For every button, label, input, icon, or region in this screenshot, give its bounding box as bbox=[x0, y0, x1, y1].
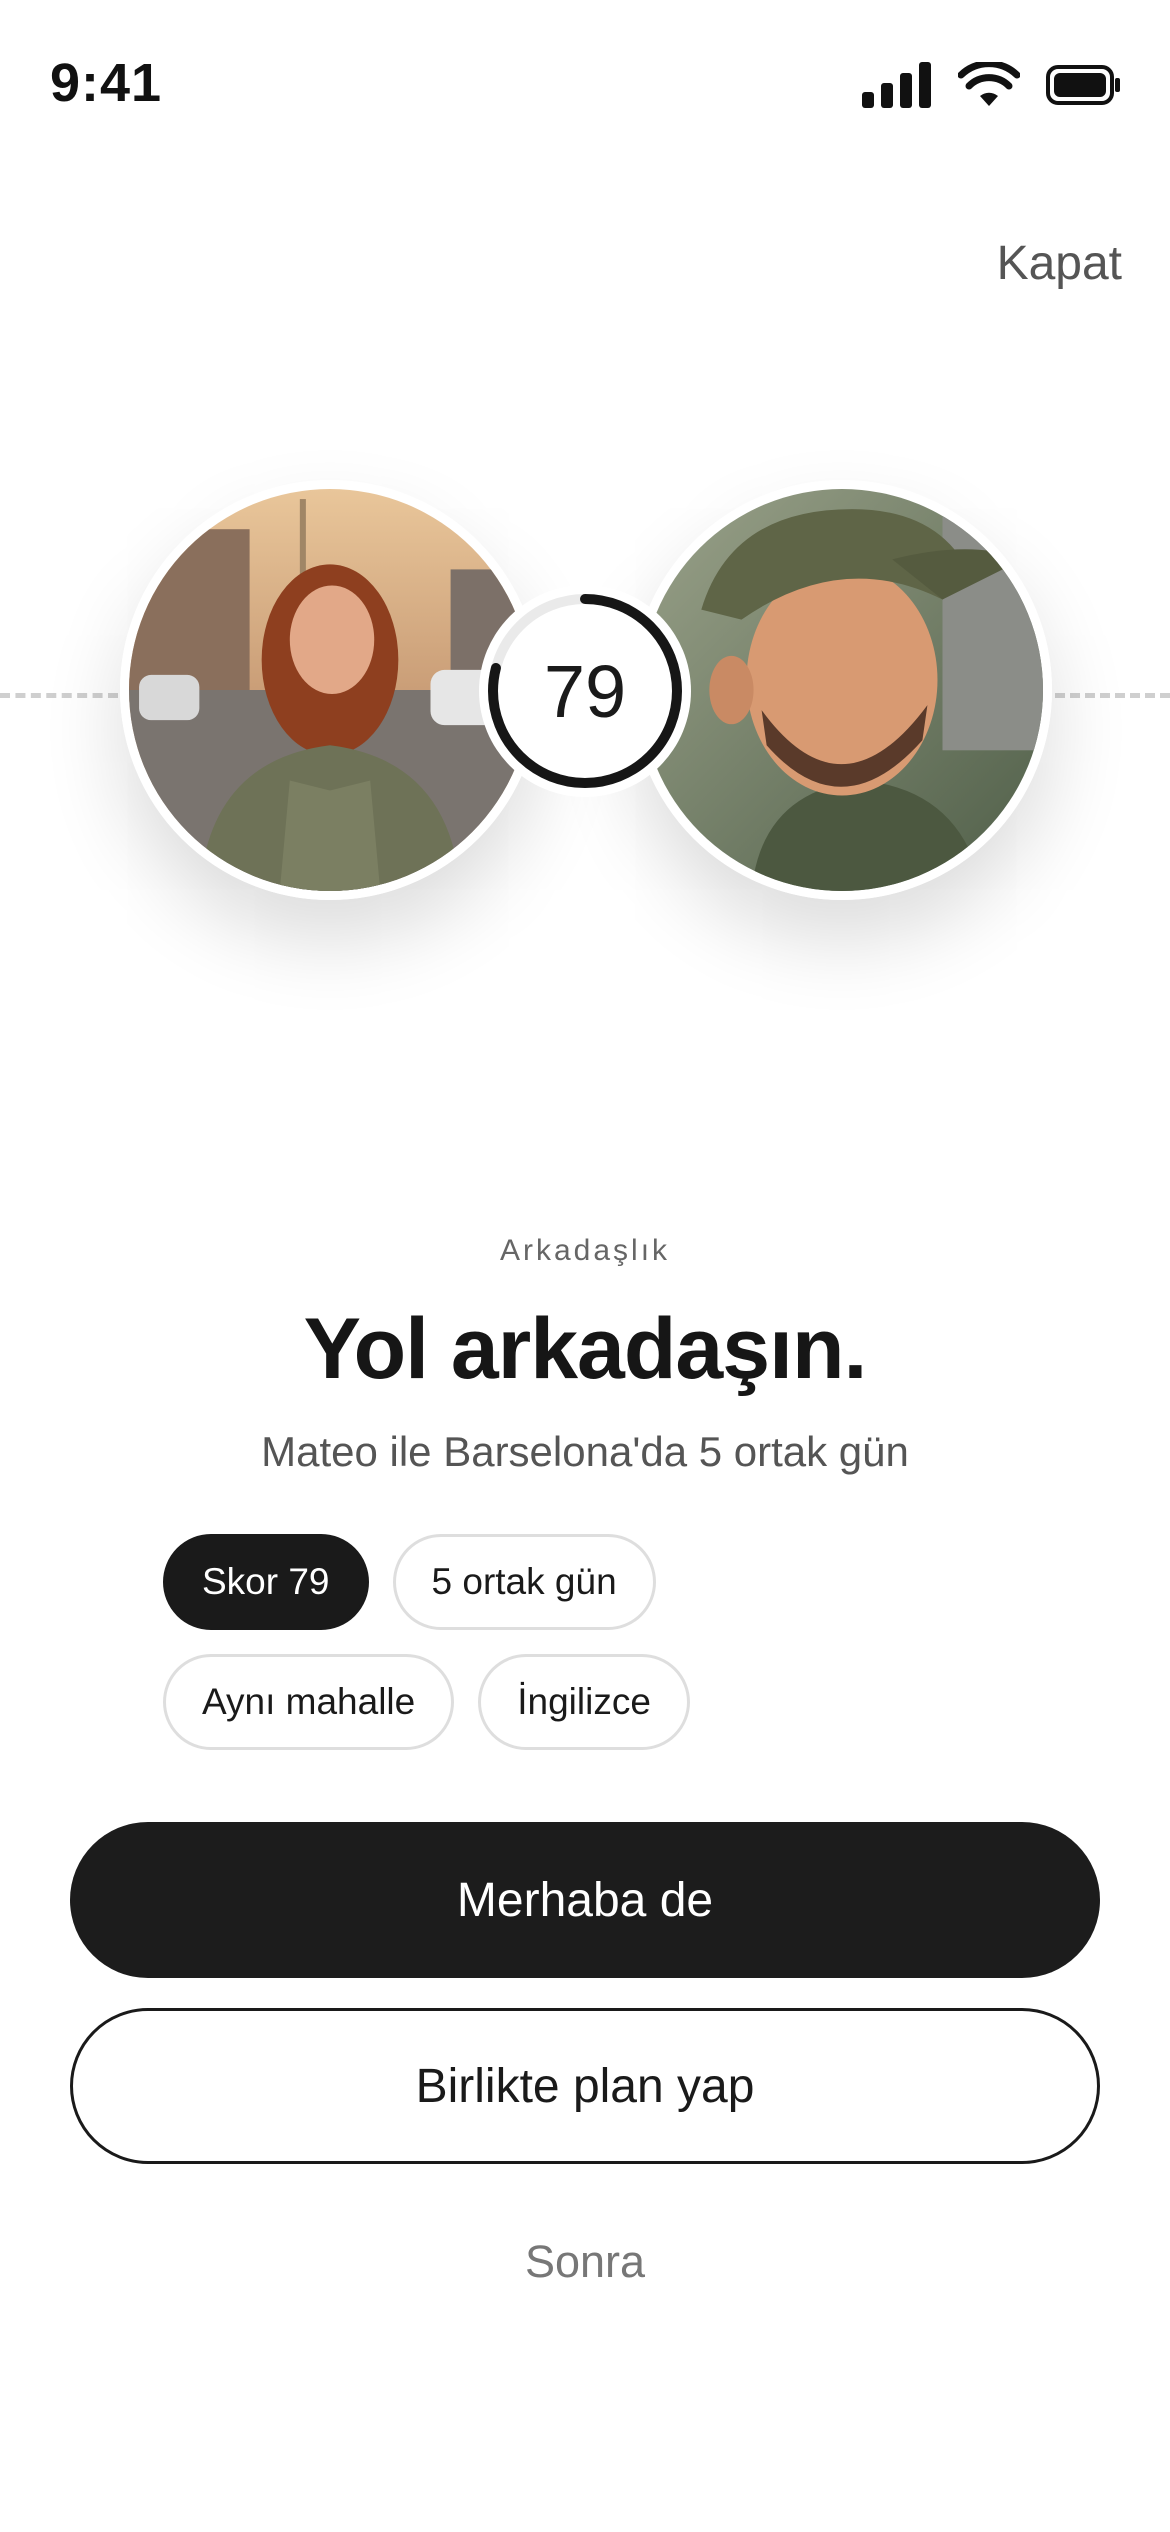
status-time: 9:41 bbox=[50, 53, 163, 113]
later-button[interactable]: Sonra bbox=[0, 2236, 1170, 2288]
match-tags: Skor 79 5 ortak gün Aynı mahalle İngiliz… bbox=[163, 1534, 1023, 1774]
match-subtitle: Mateo ile Barselona'da 5 ortak gün bbox=[261, 1428, 909, 1475]
connector-line-right bbox=[1055, 693, 1170, 698]
close-button[interactable]: Kapat bbox=[997, 236, 1122, 291]
chip-shared-days: 5 ortak gün bbox=[392, 1534, 656, 1630]
cellular-signal-icon bbox=[862, 62, 931, 108]
chip-language: İngilizce bbox=[478, 1654, 690, 1750]
match-score-value: 79 bbox=[543, 649, 627, 733]
say-hello-button[interactable]: Merhaba de bbox=[70, 1822, 1100, 1978]
category-label: Arkadaşlık bbox=[499, 1234, 671, 1267]
wifi-icon bbox=[958, 62, 1020, 106]
chip-score: Skor 79 bbox=[163, 1534, 369, 1630]
status-bar: 9:41 bbox=[0, 0, 1170, 150]
make-plan-button[interactable]: Birlikte plan yap bbox=[70, 2008, 1100, 2164]
connector-line-left bbox=[0, 693, 118, 698]
status-icons bbox=[862, 62, 1122, 108]
chip-same-neighborhood: Aynı mahalle bbox=[163, 1654, 455, 1750]
page-title: Yol arkadaşın. bbox=[303, 1301, 868, 1397]
avatar-right bbox=[632, 480, 1052, 900]
match-visual: 79 bbox=[0, 470, 1170, 930]
avatar-left bbox=[120, 480, 540, 900]
battery-icon bbox=[1046, 65, 1120, 105]
woman-photo bbox=[129, 489, 531, 891]
match-score-ring: 79 bbox=[479, 585, 691, 797]
man-photo bbox=[641, 489, 1043, 891]
